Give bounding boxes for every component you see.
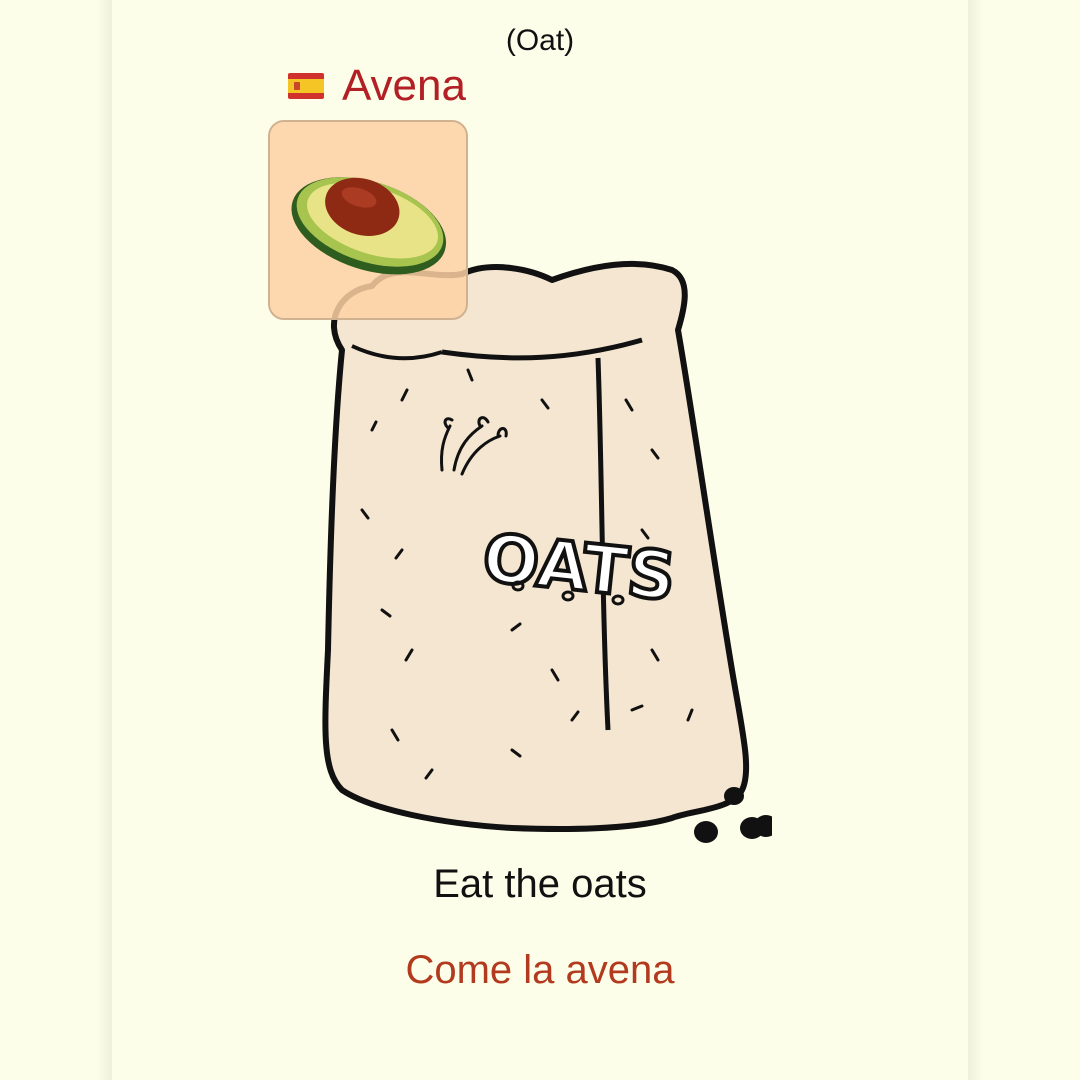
word-thumbnail[interactable]: [268, 120, 468, 320]
vocab-word[interactable]: Avena: [342, 60, 466, 112]
example-sentence-spanish[interactable]: Come la avena: [112, 948, 968, 993]
app-screen: (Oat) Avena OATS Eat the oats Come la av…: [0, 0, 1080, 1080]
page-shadow-right: [968, 0, 984, 1080]
avocado-icon: [291, 177, 447, 275]
flashcard: (Oat) Avena OATS Eat the oats Come la av…: [112, 0, 968, 1080]
translation-hint: (Oat): [505, 24, 575, 57]
oats-bag-illustration: OATS: [322, 261, 772, 843]
spain-flag-icon: [288, 73, 324, 99]
page-shadow-left: [96, 0, 112, 1080]
word-row: Avena: [288, 60, 466, 112]
